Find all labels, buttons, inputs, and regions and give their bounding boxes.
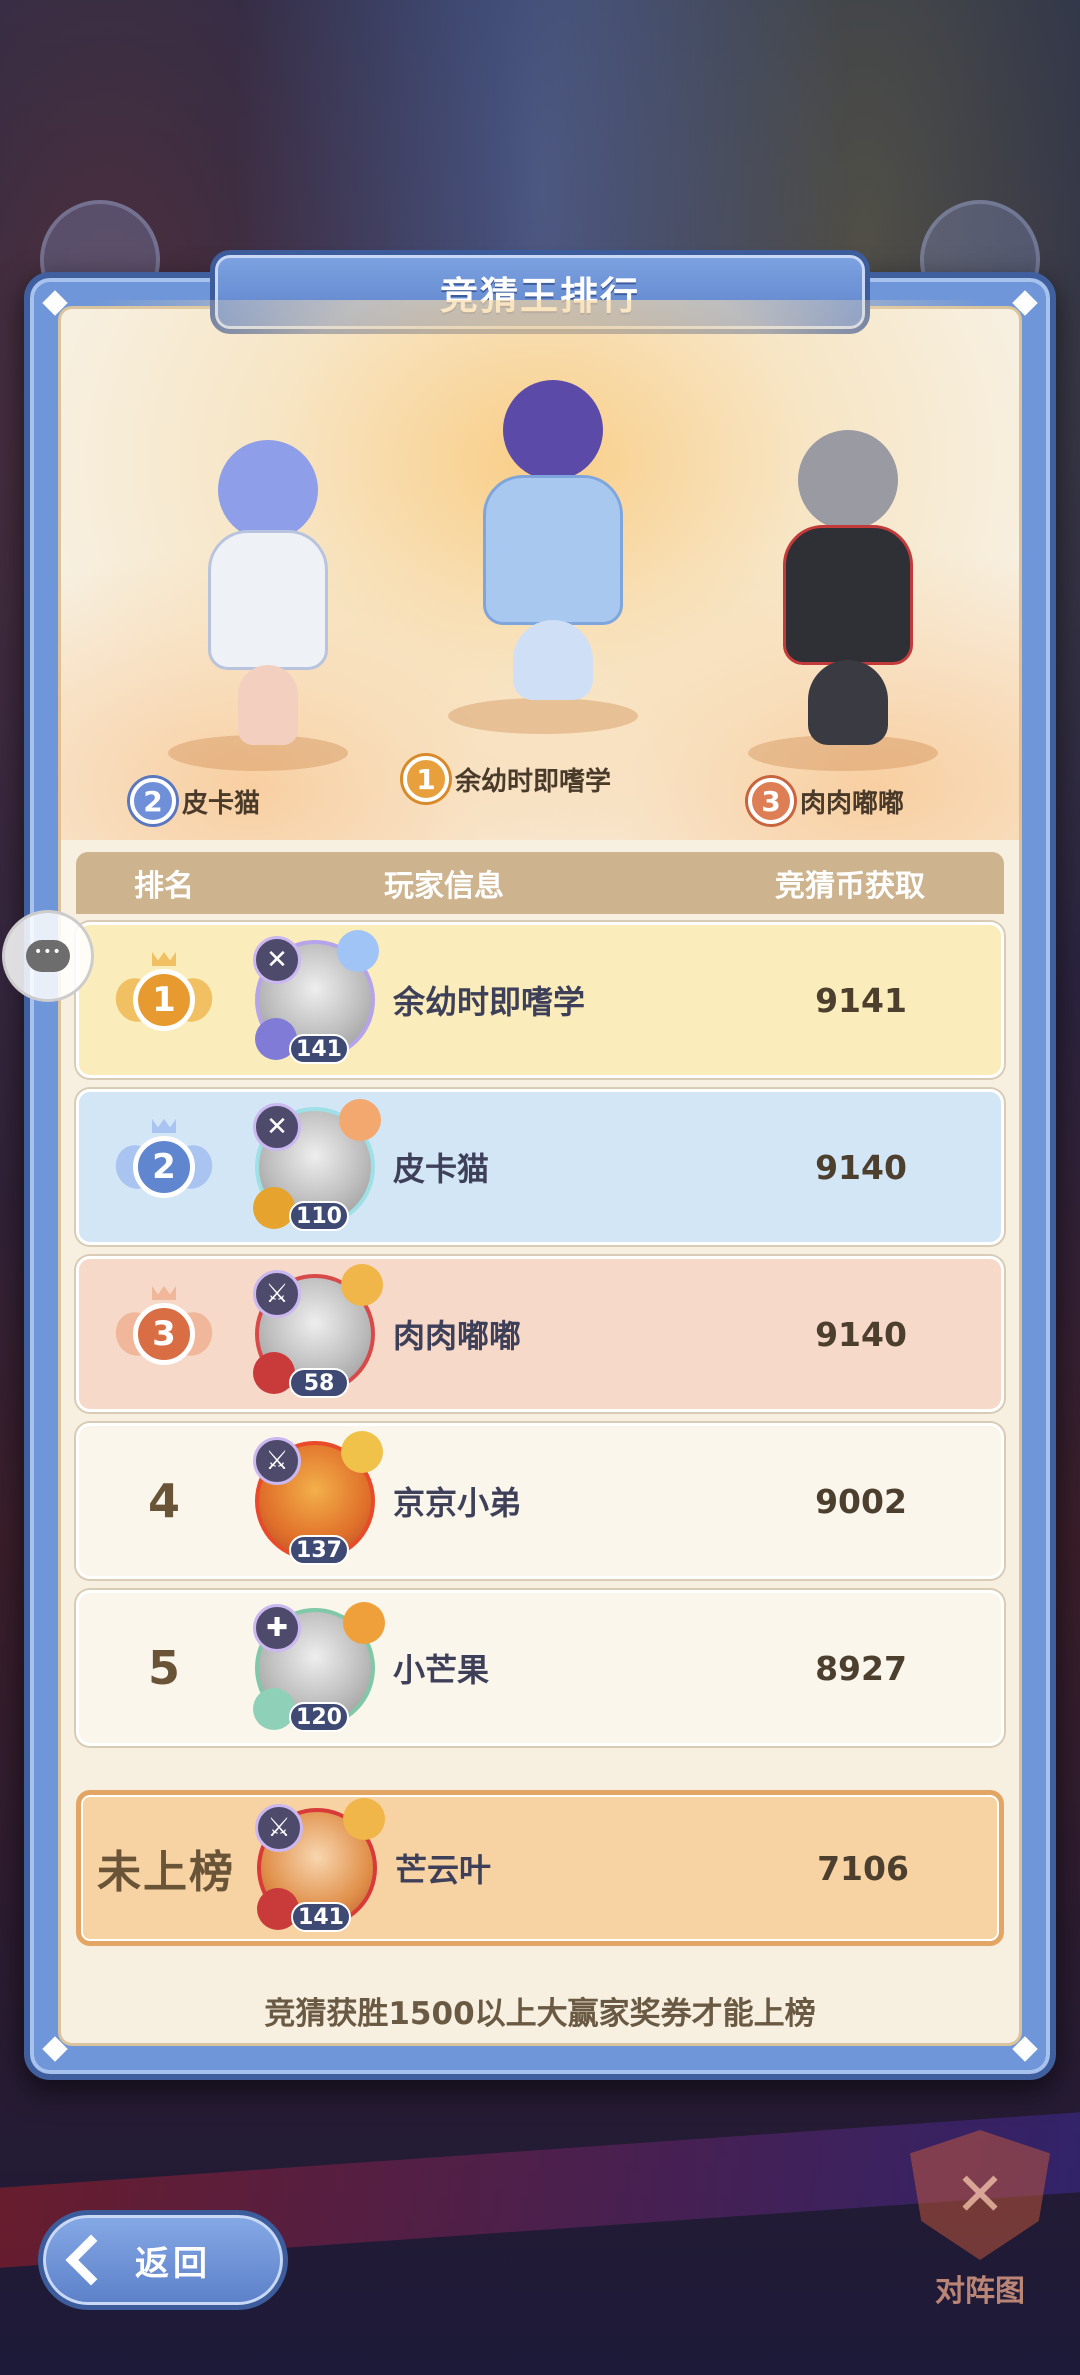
back-button[interactable]: 返回 xyxy=(38,2210,288,2310)
coin-score: 9141 xyxy=(815,980,907,1020)
avatar[interactable]: ⚔ 58 xyxy=(249,1264,383,1400)
rank-cell: 1 xyxy=(79,952,249,1042)
column-coins: 竞猜币获取 xyxy=(775,869,925,904)
class-icon: ✚ xyxy=(253,1604,301,1652)
podium-player-name: 肉肉嘟嘟 xyxy=(800,788,905,819)
podium-name-2: 2 皮卡猫 xyxy=(130,778,260,824)
chat-bubble-icon[interactable] xyxy=(2,910,94,1002)
column-rank: 排名 xyxy=(134,869,194,904)
podium-name-3: 3 肉肉嘟嘟 xyxy=(748,778,904,824)
table-row[interactable]: 4 ⚔ 137 京京小弟 9002 xyxy=(76,1423,1004,1579)
lineup-button[interactable]: ✕ 对阵图 xyxy=(900,2130,1060,2310)
coin-score: 9140 xyxy=(815,1314,907,1354)
crossed-swords-icon: ✕ xyxy=(910,2130,1050,2260)
rank-1-badge: 1 xyxy=(403,756,449,802)
unranked-label: 未上榜 xyxy=(97,1847,235,1898)
level-badge: 110 xyxy=(289,1201,349,1231)
coin-score: 7106 xyxy=(817,1848,909,1888)
rank-cell: 5 xyxy=(79,1641,249,1695)
avatar[interactable]: ✚ 120 xyxy=(249,1602,385,1734)
podium-player-name: 皮卡猫 xyxy=(182,788,261,819)
level-badge: 58 xyxy=(289,1368,349,1398)
avatar[interactable]: ⚔ 141 xyxy=(251,1798,385,1934)
level-badge: 120 xyxy=(289,1702,349,1732)
player-name: 芒云叶 xyxy=(395,1851,492,1889)
character-body xyxy=(783,525,913,665)
rank-2-medal-icon: 2 xyxy=(109,1119,219,1209)
character-body xyxy=(208,530,328,670)
level-badge: 141 xyxy=(289,1034,349,1064)
podium-name-1: 1 余幼时即嗜学 xyxy=(403,756,611,802)
player-name: 皮卡猫 xyxy=(393,1150,490,1188)
table-row[interactable]: 3 ⚔ 58 肉肉嘟嘟 9140 xyxy=(76,1256,1004,1412)
rank-cell: 未上榜 xyxy=(81,1836,251,1900)
class-icon: ⚔ xyxy=(253,1437,301,1485)
rank-1-medal-icon: 1 xyxy=(109,952,219,1042)
rank-3-medal-icon: 3 xyxy=(109,1286,219,1376)
character-legs xyxy=(238,665,298,745)
character-head xyxy=(503,380,603,480)
class-icon: ✕ xyxy=(253,936,301,984)
coin-score: 8927 xyxy=(815,1648,907,1688)
ranking-rule-note: 竞猜获胜1500以上大赢家奖券才能上榜 xyxy=(264,1996,816,2032)
rank-cell: 2 xyxy=(79,1119,249,1209)
podium-character-3 xyxy=(758,430,938,750)
column-player-info: 玩家信息 xyxy=(384,869,504,904)
player-name: 小芒果 xyxy=(393,1651,490,1689)
table-header: 排名 玩家信息 竞猜币获取 xyxy=(76,852,1004,914)
avatar[interactable]: ✕ 110 xyxy=(249,1099,381,1233)
player-name: 余幼时即嗜学 xyxy=(393,983,586,1021)
back-label: 返回 xyxy=(135,2243,211,2284)
character-head xyxy=(798,430,898,530)
coin-score: 9002 xyxy=(815,1481,907,1521)
self-rank-row[interactable]: 未上榜 ⚔ 141 芒云叶 7106 xyxy=(76,1790,1004,1946)
rank-number: 4 xyxy=(147,1474,180,1528)
rank-number: 5 xyxy=(147,1641,180,1695)
character-legs xyxy=(513,620,593,700)
podium-character-2 xyxy=(178,440,358,750)
character-legs xyxy=(808,660,888,745)
player-name: 肉肉嘟嘟 xyxy=(393,1317,522,1355)
lineup-label: 对阵图 xyxy=(935,2274,1025,2309)
podium-character-1 xyxy=(453,380,653,710)
class-icon: ⚔ xyxy=(255,1804,303,1852)
coin-score: 9140 xyxy=(815,1147,907,1187)
rank-2-badge: 2 xyxy=(130,778,176,824)
avatar[interactable]: ⚔ 137 xyxy=(249,1431,383,1567)
player-name: 京京小弟 xyxy=(393,1484,522,1522)
level-badge: 137 xyxy=(289,1535,349,1565)
level-badge: 141 xyxy=(291,1902,351,1932)
character-body xyxy=(483,475,623,625)
class-icon: ✕ xyxy=(253,1103,301,1151)
table-row[interactable]: 1 ✕ 141 余幼时即嗜学 9141 xyxy=(76,922,1004,1078)
table-row[interactable]: 2 ✕ 110 皮卡猫 9140 xyxy=(76,1089,1004,1245)
rank-cell: 4 xyxy=(79,1474,249,1528)
table-row[interactable]: 5 ✚ 120 小芒果 8927 xyxy=(76,1590,1004,1746)
class-icon: ⚔ xyxy=(253,1270,301,1318)
avatar[interactable]: ✕ 141 xyxy=(249,930,381,1066)
podium-player-name: 余幼时即嗜学 xyxy=(455,766,612,797)
rank-3-badge: 3 xyxy=(748,778,794,824)
chevron-left-icon xyxy=(65,2234,117,2286)
rank-cell: 3 xyxy=(79,1286,249,1376)
podium: 2 皮卡猫 1 余幼时即嗜学 3 肉肉嘟嘟 xyxy=(58,300,1022,840)
character-head xyxy=(218,440,318,540)
